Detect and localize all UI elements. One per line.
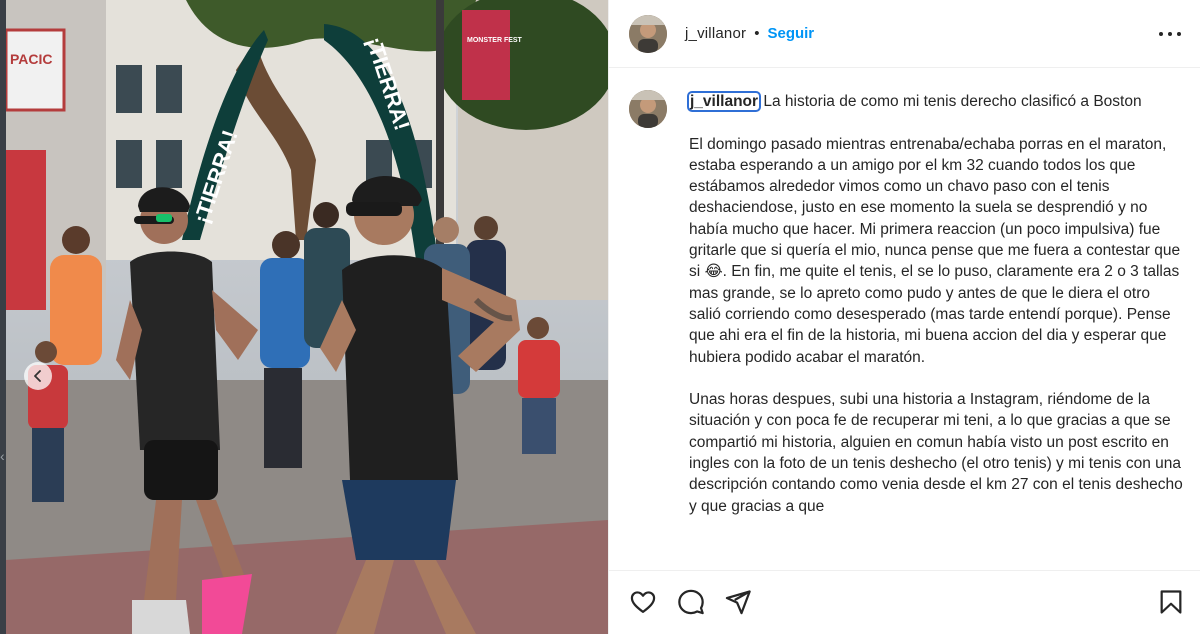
comment-button[interactable] [677,588,705,616]
post-media[interactable]: PACIC MONSTER FEST ¡TIERRA! ¡TIERRA! [6,0,608,634]
caption-paragraph: El domingo pasado mientras entrenaba/ech… [689,135,1181,366]
caption-text: j_villanor La historia de como mi tenis … [686,91,1184,538]
more-options-button[interactable] [1159,24,1181,44]
like-button[interactable] [629,588,657,616]
caption-author-avatar[interactable] [629,90,667,128]
post-actions-bar [609,570,1200,634]
post-detail-panel: j_villanor • Seguir j_villanor La histor… [608,0,1200,634]
send-icon [725,590,751,615]
follow-button[interactable]: Seguir [767,25,814,42]
caption-scroll-area[interactable]: j_villanor La historia de como mi tenis … [609,69,1200,569]
chevron-left-icon [32,370,44,382]
separator-dot: • [754,25,760,42]
carousel-prev-button[interactable] [24,362,52,390]
heart-icon [630,591,656,614]
author-avatar[interactable] [629,14,667,53]
store-sign-text: PACIC [10,51,53,67]
caption-username-link[interactable]: j_villanor [686,91,762,112]
event-banner-text: MONSTER FEST [467,37,523,44]
comment-icon [678,589,704,615]
author-username[interactable]: j_villanor [685,25,746,42]
caption-paragraph: Unas horas despues, subi una historia a … [689,391,1183,515]
post-photo: PACIC MONSTER FEST ¡TIERRA! ¡TIERRA! [6,0,608,634]
left-edge-chevron-icon: ‹ [0,448,5,464]
post-header: j_villanor • Seguir [609,0,1200,68]
caption-title: La historia de como mi tenis derecho cla… [763,93,1142,110]
more-horizontal-icon [1159,32,1163,36]
save-button[interactable] [1157,588,1185,616]
caption-paragraph: j_villanor La historia de como mi tenis … [686,91,1184,112]
bookmark-icon [1160,590,1182,614]
share-button[interactable] [724,588,752,616]
